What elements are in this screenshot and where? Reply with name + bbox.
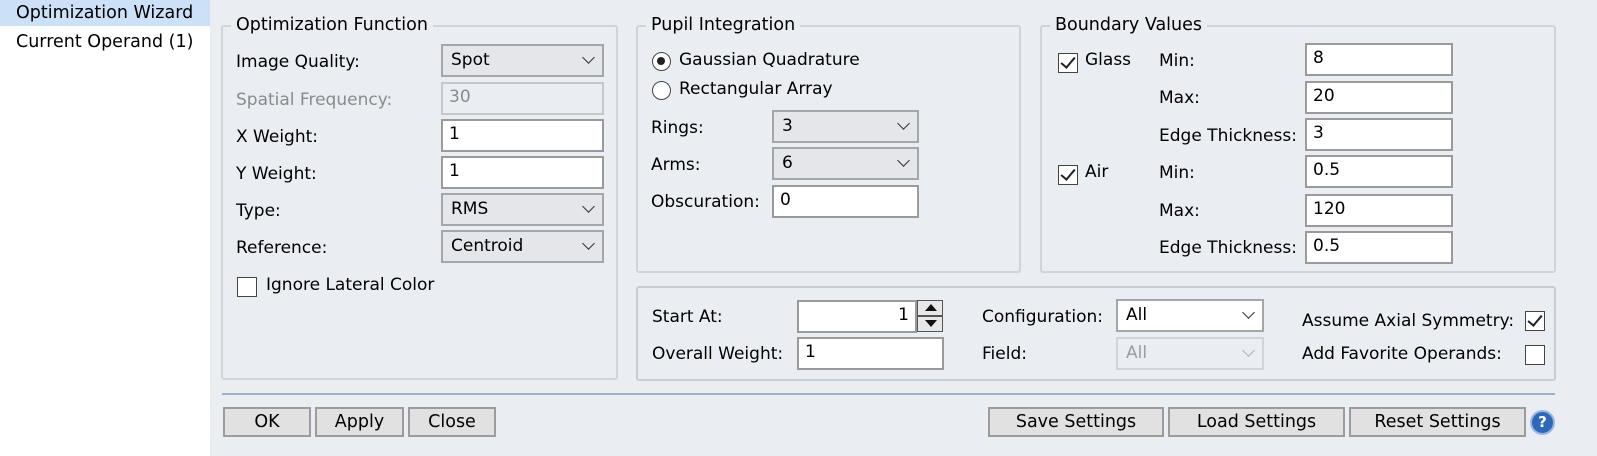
air-max-field[interactable]: 120 (1305, 194, 1453, 227)
field-select: All (1116, 337, 1264, 370)
air-min-field[interactable]: 0.5 (1305, 155, 1453, 188)
type-select[interactable]: RMS (441, 193, 604, 226)
x-weight-label: X Weight: (236, 127, 319, 147)
gaussian-quadrature-radio[interactable] (652, 52, 671, 71)
chevron-down-icon (582, 237, 595, 250)
select-value: Spot (451, 50, 490, 70)
chevron-down-icon (897, 117, 910, 130)
general-settings-group (636, 286, 1556, 381)
ignore-lateral-color-checkbox[interactable] (237, 277, 257, 297)
y-weight-field[interactable]: 1 (441, 156, 604, 189)
chevron-down-icon (897, 154, 910, 167)
glass-min-label: Min: (1159, 51, 1195, 71)
reference-select[interactable]: Centroid (441, 230, 604, 263)
field-label: Field: (982, 344, 1027, 364)
arms-select[interactable]: 6 (772, 147, 919, 180)
y-weight-label: Y Weight: (236, 164, 317, 184)
air-max-label: Max: (1159, 201, 1200, 221)
obscuration-field[interactable]: 0 (772, 185, 919, 218)
select-value: RMS (451, 199, 489, 219)
assume-axial-symmetry-label: Assume Axial Symmetry: (1302, 311, 1515, 331)
glass-checkbox[interactable] (1058, 53, 1078, 73)
start-at-field[interactable]: 1 (797, 300, 917, 333)
spin-up-button[interactable] (917, 300, 943, 316)
apply-button[interactable]: Apply (315, 407, 404, 437)
configuration-label: Configuration: (982, 307, 1104, 327)
load-settings-button[interactable]: Load Settings (1168, 407, 1345, 437)
obscuration-label: Obscuration: (651, 192, 760, 212)
chevron-down-icon (1242, 306, 1255, 319)
nav-item-current-operand[interactable]: Current Operand (1) (0, 29, 193, 55)
button-bar-divider (222, 393, 1555, 395)
nav-item-optimization-wizard[interactable]: Optimization Wizard (0, 0, 223, 26)
chevron-down-icon (582, 200, 595, 213)
x-weight-field[interactable]: 1 (441, 119, 604, 152)
rings-label: Rings: (651, 118, 704, 138)
rectangular-array-radio[interactable] (652, 81, 671, 100)
gaussian-quadrature-label: Gaussian Quadrature (679, 50, 860, 70)
air-edge-thickness-field[interactable]: 0.5 (1305, 231, 1453, 264)
arrow-up-icon (925, 304, 937, 311)
glass-min-field[interactable]: 8 (1305, 43, 1453, 76)
reset-settings-button[interactable]: Reset Settings (1349, 407, 1526, 437)
spin-down-button[interactable] (917, 316, 943, 332)
save-settings-button[interactable]: Save Settings (988, 407, 1164, 437)
chevron-down-icon (1242, 344, 1255, 357)
close-button[interactable]: Close (408, 407, 496, 437)
overall-weight-field[interactable]: 1 (797, 337, 944, 370)
group-title: Pupil Integration (646, 13, 801, 37)
glass-max-label: Max: (1159, 88, 1200, 108)
add-favorite-operands-label: Add Favorite Operands: (1302, 344, 1502, 364)
arrow-down-icon (925, 320, 937, 327)
air-checkbox[interactable] (1058, 165, 1078, 185)
glass-label: Glass (1085, 50, 1132, 70)
spatial-frequency-field: 30 (441, 82, 604, 115)
select-value: 3 (782, 116, 793, 136)
rings-select[interactable]: 3 (772, 110, 919, 143)
wizard-nav: Optimization Wizard Current Operand (1) (0, 0, 223, 456)
group-title: Optimization Function (231, 13, 433, 37)
help-icon[interactable]: ? (1530, 410, 1555, 435)
overall-weight-label: Overall Weight: (652, 344, 784, 364)
type-label: Type: (236, 201, 281, 221)
glass-edge-thickness-field[interactable]: 3 (1305, 118, 1453, 151)
chevron-down-icon (582, 51, 595, 64)
select-value: All (1126, 343, 1148, 363)
select-value: Centroid (451, 236, 524, 256)
group-title: Boundary Values (1050, 13, 1208, 37)
reference-label: Reference: (236, 238, 328, 258)
image-quality-label: Image Quality: (236, 52, 360, 72)
glass-edge-thickness-label: Edge Thickness: (1159, 126, 1297, 146)
rectangular-array-label: Rectangular Array (679, 79, 833, 99)
add-favorite-operands-checkbox[interactable] (1525, 345, 1545, 365)
image-quality-select[interactable]: Spot (441, 44, 604, 77)
select-value: 6 (782, 153, 793, 173)
select-value: All (1126, 305, 1148, 325)
start-at-label: Start At: (652, 307, 723, 327)
arms-label: Arms: (651, 155, 701, 175)
ignore-lateral-color-label: Ignore Lateral Color (266, 275, 435, 295)
air-label: Air (1085, 162, 1109, 182)
spatial-frequency-label: Spatial Frequency: (236, 90, 393, 110)
assume-axial-symmetry-checkbox[interactable] (1525, 311, 1545, 331)
configuration-select[interactable]: All (1116, 299, 1264, 332)
air-edge-thickness-label: Edge Thickness: (1159, 238, 1297, 258)
glass-max-field[interactable]: 20 (1305, 81, 1453, 114)
air-min-label: Min: (1159, 163, 1195, 183)
ok-button[interactable]: OK (223, 407, 311, 437)
